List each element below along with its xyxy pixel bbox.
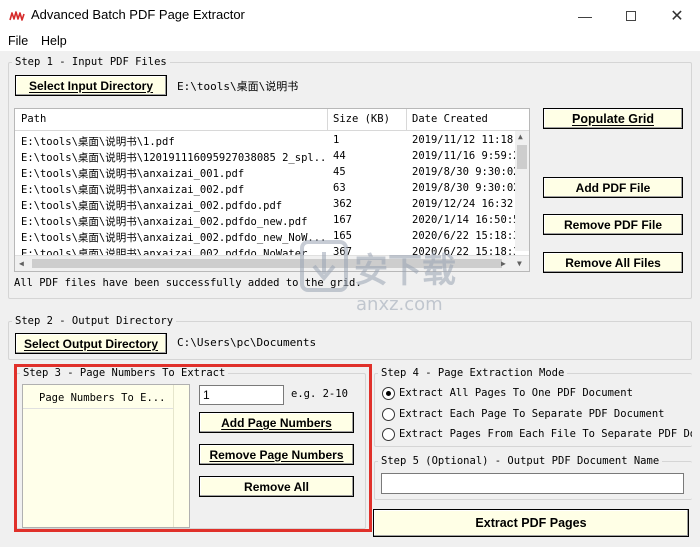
- cell-path: E:\tools\桌面\说明书\1.pdf: [21, 136, 175, 148]
- cell-size: 167: [333, 214, 352, 226]
- menu-help[interactable]: Help: [41, 34, 67, 48]
- step4-legend: Step 4 - Page Extraction Mode: [381, 367, 565, 379]
- table-row[interactable]: E:\tools\桌面\说明书\anxaizai_002.pdfdo.pdf 36…: [15, 197, 515, 213]
- window-title: Advanced Batch PDF Page Extractor: [31, 7, 245, 22]
- populate-grid-button[interactable]: Populate Grid: [543, 108, 683, 129]
- vertical-scroll-thumb[interactable]: [517, 145, 527, 169]
- title-bar: Advanced Batch PDF Page Extractor — ✕: [0, 0, 700, 32]
- cell-path: E:\tools\桌面\说明书\anxaizai_002.pdfdo_new_N…: [21, 232, 325, 244]
- cell-size: 44: [333, 150, 346, 162]
- close-icon: ✕: [670, 7, 684, 25]
- column-divider: [327, 109, 328, 131]
- radio-extract-each-page[interactable]: [382, 408, 395, 421]
- menu-bar: File Help: [0, 32, 700, 51]
- cell-date: 2020/1/14 16:50:5: [412, 214, 515, 226]
- pdf-scribble-icon: [9, 11, 25, 21]
- cell-path: E:\tools\桌面\说明书\anxaizai_002.pdf: [21, 184, 245, 196]
- minimize-button[interactable]: —: [562, 0, 608, 31]
- radio-label-extract-from-each-file[interactable]: Extract Pages From Each File To Separate…: [399, 428, 692, 440]
- minimize-icon: —: [578, 7, 592, 24]
- cell-date: 2019/11/12 11:18:: [412, 134, 515, 146]
- column-header-date[interactable]: Date Created: [412, 113, 488, 125]
- cell-date: 2019/8/30 9:30:02: [412, 182, 515, 194]
- watermark-logo: 安下载 anxz.com: [300, 240, 456, 315]
- cell-size: 63: [333, 182, 346, 194]
- highlight-annotation: [14, 364, 372, 532]
- cell-date: 2019/11/16 9:59:2: [412, 150, 515, 162]
- radio-label-extract-all-to-one[interactable]: Extract All Pages To One PDF Document: [399, 387, 633, 399]
- table-row[interactable]: E:\tools\桌面\说明书\anxaizai_002.pdfdo_new.p…: [15, 213, 515, 229]
- step1-legend: Step 1 - Input PDF Files: [15, 56, 167, 68]
- radio-extract-all-to-one[interactable]: [382, 387, 395, 400]
- column-divider: [406, 109, 407, 131]
- input-directory-path: E:\tools\桌面\说明书: [177, 80, 299, 93]
- cell-path: E:\tools\桌面\说明书\anxaizai_001.pdf: [21, 168, 245, 180]
- remove-pdf-file-button[interactable]: Remove PDF File: [543, 214, 683, 235]
- close-button[interactable]: ✕: [654, 0, 700, 31]
- extract-pdf-pages-button[interactable]: Extract PDF Pages: [373, 509, 689, 537]
- scroll-up-icon[interactable]: ▲: [518, 132, 523, 141]
- cell-date: 2019/8/30 9:30:02: [412, 166, 515, 178]
- cell-path: E:\tools\桌面\说明书\anxaizai_002.pdfdo.pdf: [21, 200, 283, 212]
- cell-size: 45: [333, 166, 346, 178]
- select-input-directory-button[interactable]: Select Input Directory: [15, 75, 167, 96]
- menu-file[interactable]: File: [8, 34, 28, 48]
- remove-all-files-button[interactable]: Remove All Files: [543, 252, 683, 273]
- cell-size: 1: [333, 134, 340, 146]
- table-row[interactable]: E:\tools\桌面\说明书\anxaizai_001.pdf 45 2019/8…: [15, 165, 515, 181]
- vertical-scrollbar[interactable]: ▲: [515, 131, 529, 251]
- radio-extract-from-each-file[interactable]: [382, 428, 395, 441]
- cell-size: 362: [333, 198, 352, 210]
- column-header-size[interactable]: Size (KB): [333, 113, 390, 125]
- step5-legend: Step 5 (Optional) - Output PDF Document …: [381, 455, 660, 467]
- scroll-right-icon[interactable]: ▶: [501, 259, 506, 268]
- maximize-button[interactable]: [608, 0, 654, 31]
- select-output-directory-button[interactable]: Select Output Directory: [15, 333, 167, 354]
- scroll-down-icon[interactable]: ▼: [517, 259, 522, 268]
- maximize-icon: [626, 10, 636, 21]
- grid-header: Path Size (KB) Date Created: [15, 109, 529, 131]
- add-pdf-file-button[interactable]: Add PDF File: [543, 177, 683, 198]
- table-row[interactable]: E:\tools\桌面\说明书\120191116095927038085 2_…: [15, 149, 515, 165]
- cell-path: E:\tools\桌面\说明书\anxaizai_002.pdfdo_new.p…: [21, 216, 308, 228]
- svg-text:安下载: 安下载: [354, 251, 456, 291]
- table-row[interactable]: E:\tools\桌面\说明书\1.pdf 1 2019/11/12 11:18:: [15, 133, 515, 149]
- column-header-path[interactable]: Path: [21, 113, 46, 125]
- table-row[interactable]: E:\tools\桌面\说明书\anxaizai_002.pdf 63 2019/8…: [15, 181, 515, 197]
- output-directory-path: C:\Users\pc\Documents: [177, 336, 317, 349]
- step2-legend: Step 2 - Output Directory: [15, 315, 174, 327]
- cell-path: E:\tools\桌面\说明书\120191116095927038085 2_…: [21, 152, 325, 164]
- cell-date: 2019/12/24 16:32:: [412, 198, 515, 210]
- output-document-name-input[interactable]: [381, 473, 684, 494]
- svg-text:anxz.com: anxz.com: [356, 294, 443, 315]
- radio-label-extract-each-page[interactable]: Extract Each Page To Separate PDF Docume…: [399, 408, 665, 420]
- scroll-left-icon[interactable]: ◀: [19, 259, 24, 268]
